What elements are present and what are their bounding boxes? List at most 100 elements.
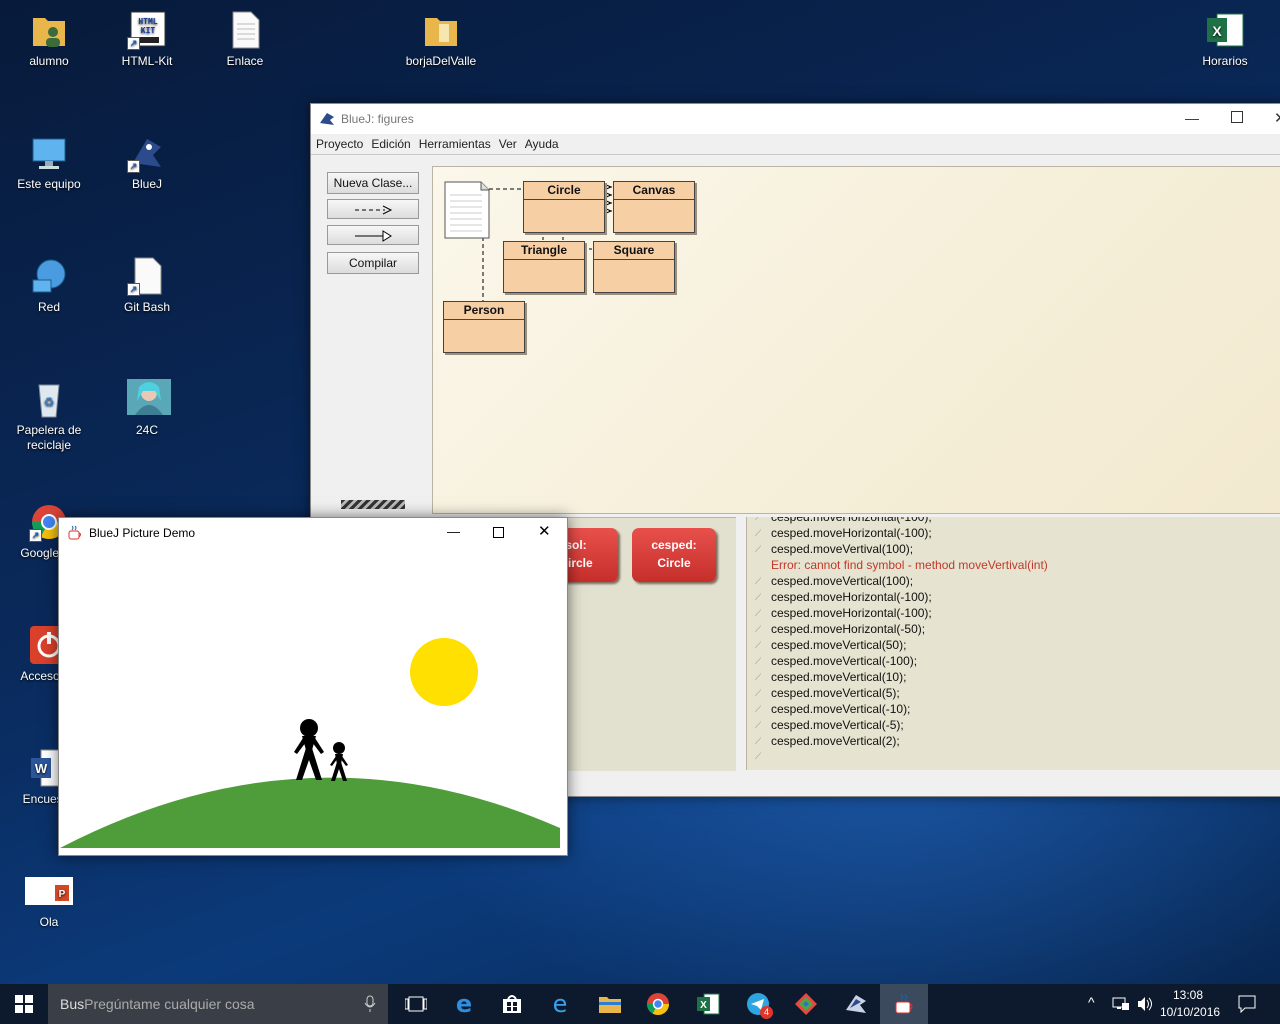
class-box-canvas[interactable]: Canvas bbox=[613, 181, 695, 233]
menu-ayuda[interactable]: Ayuda bbox=[525, 137, 559, 151]
line-marker-icon: ⟋ bbox=[755, 544, 762, 554]
close-button[interactable]: ✕ bbox=[1274, 109, 1280, 127]
vm-progress-indicator bbox=[341, 500, 405, 509]
code-pad-line: cesped.moveVertical(5); bbox=[771, 686, 900, 700]
start-button[interactable] bbox=[0, 984, 48, 1024]
line-marker-icon: ⟋ bbox=[755, 640, 762, 650]
taskbar-file-explorer[interactable] bbox=[586, 984, 634, 1024]
minimize-button[interactable]: — bbox=[1185, 110, 1199, 126]
line-marker-icon: ⟋ bbox=[755, 736, 762, 746]
readme-note-icon[interactable] bbox=[444, 181, 490, 244]
code-pad-error: Error: cannot find symbol - method moveV… bbox=[771, 558, 1048, 572]
class-box-triangle[interactable]: Triangle bbox=[503, 241, 585, 293]
line-marker-icon: ⟋ bbox=[755, 656, 762, 666]
windows-logo-icon bbox=[15, 995, 33, 1013]
menu-ver[interactable]: Ver bbox=[499, 137, 517, 151]
class-name: Canvas bbox=[614, 182, 694, 200]
taskbar-edge[interactable]: e bbox=[440, 984, 488, 1024]
taskbar-bluej[interactable] bbox=[832, 984, 880, 1024]
object-name: cesped: bbox=[651, 538, 697, 552]
taskbar-java[interactable] bbox=[880, 984, 928, 1024]
shortcut-arrow-icon: ↗ bbox=[127, 160, 140, 173]
desktop-icon-24c[interactable]: 24C bbox=[102, 379, 192, 438]
code-pad-line: cesped.moveVertical(100); bbox=[771, 574, 914, 588]
action-center-icon[interactable] bbox=[1238, 995, 1256, 1013]
new-class-button[interactable]: Nueva Clase... bbox=[327, 172, 419, 194]
taskbar-ie[interactable]: e bbox=[536, 984, 584, 1024]
taskbar-store[interactable] bbox=[488, 984, 536, 1024]
picture-demo-titlebar[interactable]: BlueJ Picture Demo — ✕ bbox=[59, 518, 567, 548]
desktop-icon-red[interactable]: Red bbox=[4, 256, 94, 315]
network-globe-icon bbox=[29, 256, 69, 296]
class-box-person[interactable]: Person bbox=[443, 301, 525, 353]
code-pad-line: cesped.moveHorizontal(-100); bbox=[771, 606, 932, 620]
microphone-icon[interactable] bbox=[364, 995, 376, 1016]
taskbar-telegram[interactable]: 4 bbox=[734, 984, 782, 1024]
desktop-icon-label: BlueJ bbox=[131, 177, 163, 191]
line-marker-icon: ⟋ bbox=[755, 576, 762, 586]
network-icon[interactable] bbox=[1112, 996, 1130, 1012]
code-pad-line: cesped.moveHorizontal(-100); bbox=[771, 590, 932, 604]
menu-herramientas[interactable]: Herramientas bbox=[419, 137, 491, 151]
taskbar-git[interactable] bbox=[782, 984, 830, 1024]
code-pad-line: cesped.moveVertival(100); bbox=[771, 542, 914, 556]
uses-arrow-button[interactable] bbox=[327, 199, 419, 219]
class-box-square[interactable]: Square bbox=[593, 241, 675, 293]
desktop-icon-label: Ola bbox=[39, 915, 59, 929]
window-title: BlueJ Picture Demo bbox=[89, 526, 196, 540]
desktop-icon-horarios[interactable]: X Horarios bbox=[1180, 10, 1270, 69]
code-pad-line: cesped.moveVertical(-5); bbox=[771, 718, 904, 732]
desktop-icon-label: Horarios bbox=[1202, 54, 1248, 68]
desktop-icon-este-equipo[interactable]: Este equipo bbox=[4, 133, 94, 192]
compile-button[interactable]: Compilar bbox=[327, 252, 419, 274]
desktop-icon-git-bash[interactable]: ↗ Git Bash bbox=[102, 256, 192, 315]
bluej-bird-icon: ↗ bbox=[127, 133, 167, 173]
class-diagram[interactable]: Circle Canvas Triangle Square Person bbox=[432, 166, 1280, 514]
java-cup-icon bbox=[67, 525, 83, 541]
close-button[interactable]: ✕ bbox=[538, 522, 551, 540]
volume-icon[interactable] bbox=[1136, 996, 1154, 1012]
desktop-icon-label: Red bbox=[37, 300, 60, 314]
minimize-button[interactable]: — bbox=[447, 524, 460, 539]
window-title: BlueJ: figures bbox=[341, 112, 414, 126]
clock[interactable]: 13:08 10/10/2016 bbox=[1160, 987, 1221, 1021]
shortcut-arrow-icon: ↗ bbox=[29, 529, 42, 542]
chevron-up-icon[interactable]: ^ bbox=[1088, 994, 1095, 1010]
dashed-arrow-icon bbox=[355, 205, 393, 215]
bluej-titlebar[interactable]: BlueJ: figures — ✕ bbox=[311, 104, 1280, 134]
code-pad-line: cesped.moveVertical(50); bbox=[771, 638, 907, 652]
menu-proyecto[interactable]: Proyecto bbox=[316, 137, 363, 151]
image-thumbnail-icon bbox=[127, 379, 171, 419]
task-view-button[interactable] bbox=[392, 984, 440, 1024]
menu-edicion[interactable]: Edición bbox=[371, 137, 410, 151]
class-box-circle[interactable]: Circle bbox=[523, 181, 605, 233]
desktop-icon-enlace[interactable]: Enlace bbox=[200, 10, 290, 69]
system-tray: ^ 13:08 10/10/2016 bbox=[1086, 984, 1280, 1024]
object-cesped[interactable]: cesped: Circle bbox=[632, 528, 716, 582]
search-box[interactable]: Bus Pregúntame cualquier cosa bbox=[48, 984, 388, 1024]
maximize-button[interactable] bbox=[493, 527, 504, 538]
desktop-icon-borjadelvalle[interactable]: borjaDelValle bbox=[396, 10, 486, 69]
inheritance-arrow-button[interactable] bbox=[327, 225, 419, 245]
code-pad-input-marker[interactable]: ⟋ bbox=[755, 751, 761, 762]
svg-text:X: X bbox=[700, 1000, 707, 1011]
code-pad-line: cesped.moveVertical(2); bbox=[771, 734, 900, 748]
desktop-icon-alumno[interactable]: alumno bbox=[4, 10, 94, 69]
desktop-icon-html-kit[interactable]: HTML KIT ↗ HTML-Kit bbox=[102, 10, 192, 69]
desktop-icon-label: Enlace bbox=[226, 54, 264, 68]
svg-text:♻: ♻ bbox=[44, 395, 55, 409]
taskbar-chrome[interactable] bbox=[634, 984, 682, 1024]
clock-date: 10/10/2016 bbox=[1160, 1005, 1221, 1019]
computer-icon bbox=[29, 133, 69, 173]
line-marker-icon: ⟋ bbox=[755, 528, 762, 538]
desktop-icon-bluej[interactable]: ↗ BlueJ bbox=[102, 133, 192, 192]
desktop-icon-papelera[interactable]: ♻ Papelera de reciclaje bbox=[4, 379, 94, 453]
child-figure bbox=[330, 742, 348, 781]
taskbar-excel[interactable]: X bbox=[684, 984, 732, 1024]
desktop-icon-ola[interactable]: P Ola bbox=[4, 871, 94, 930]
maximize-button[interactable] bbox=[1231, 111, 1243, 123]
notification-badge: 4 bbox=[760, 1006, 773, 1019]
code-pad[interactable]: ⟋ cesped.moveHorizontal(-100); ⟋ cesped.mov… bbox=[746, 517, 1280, 770]
taskbar: Bus Pregúntame cualquier cosa e e X 4 ^ bbox=[0, 984, 1280, 1024]
solid-arrow-icon bbox=[355, 229, 392, 242]
